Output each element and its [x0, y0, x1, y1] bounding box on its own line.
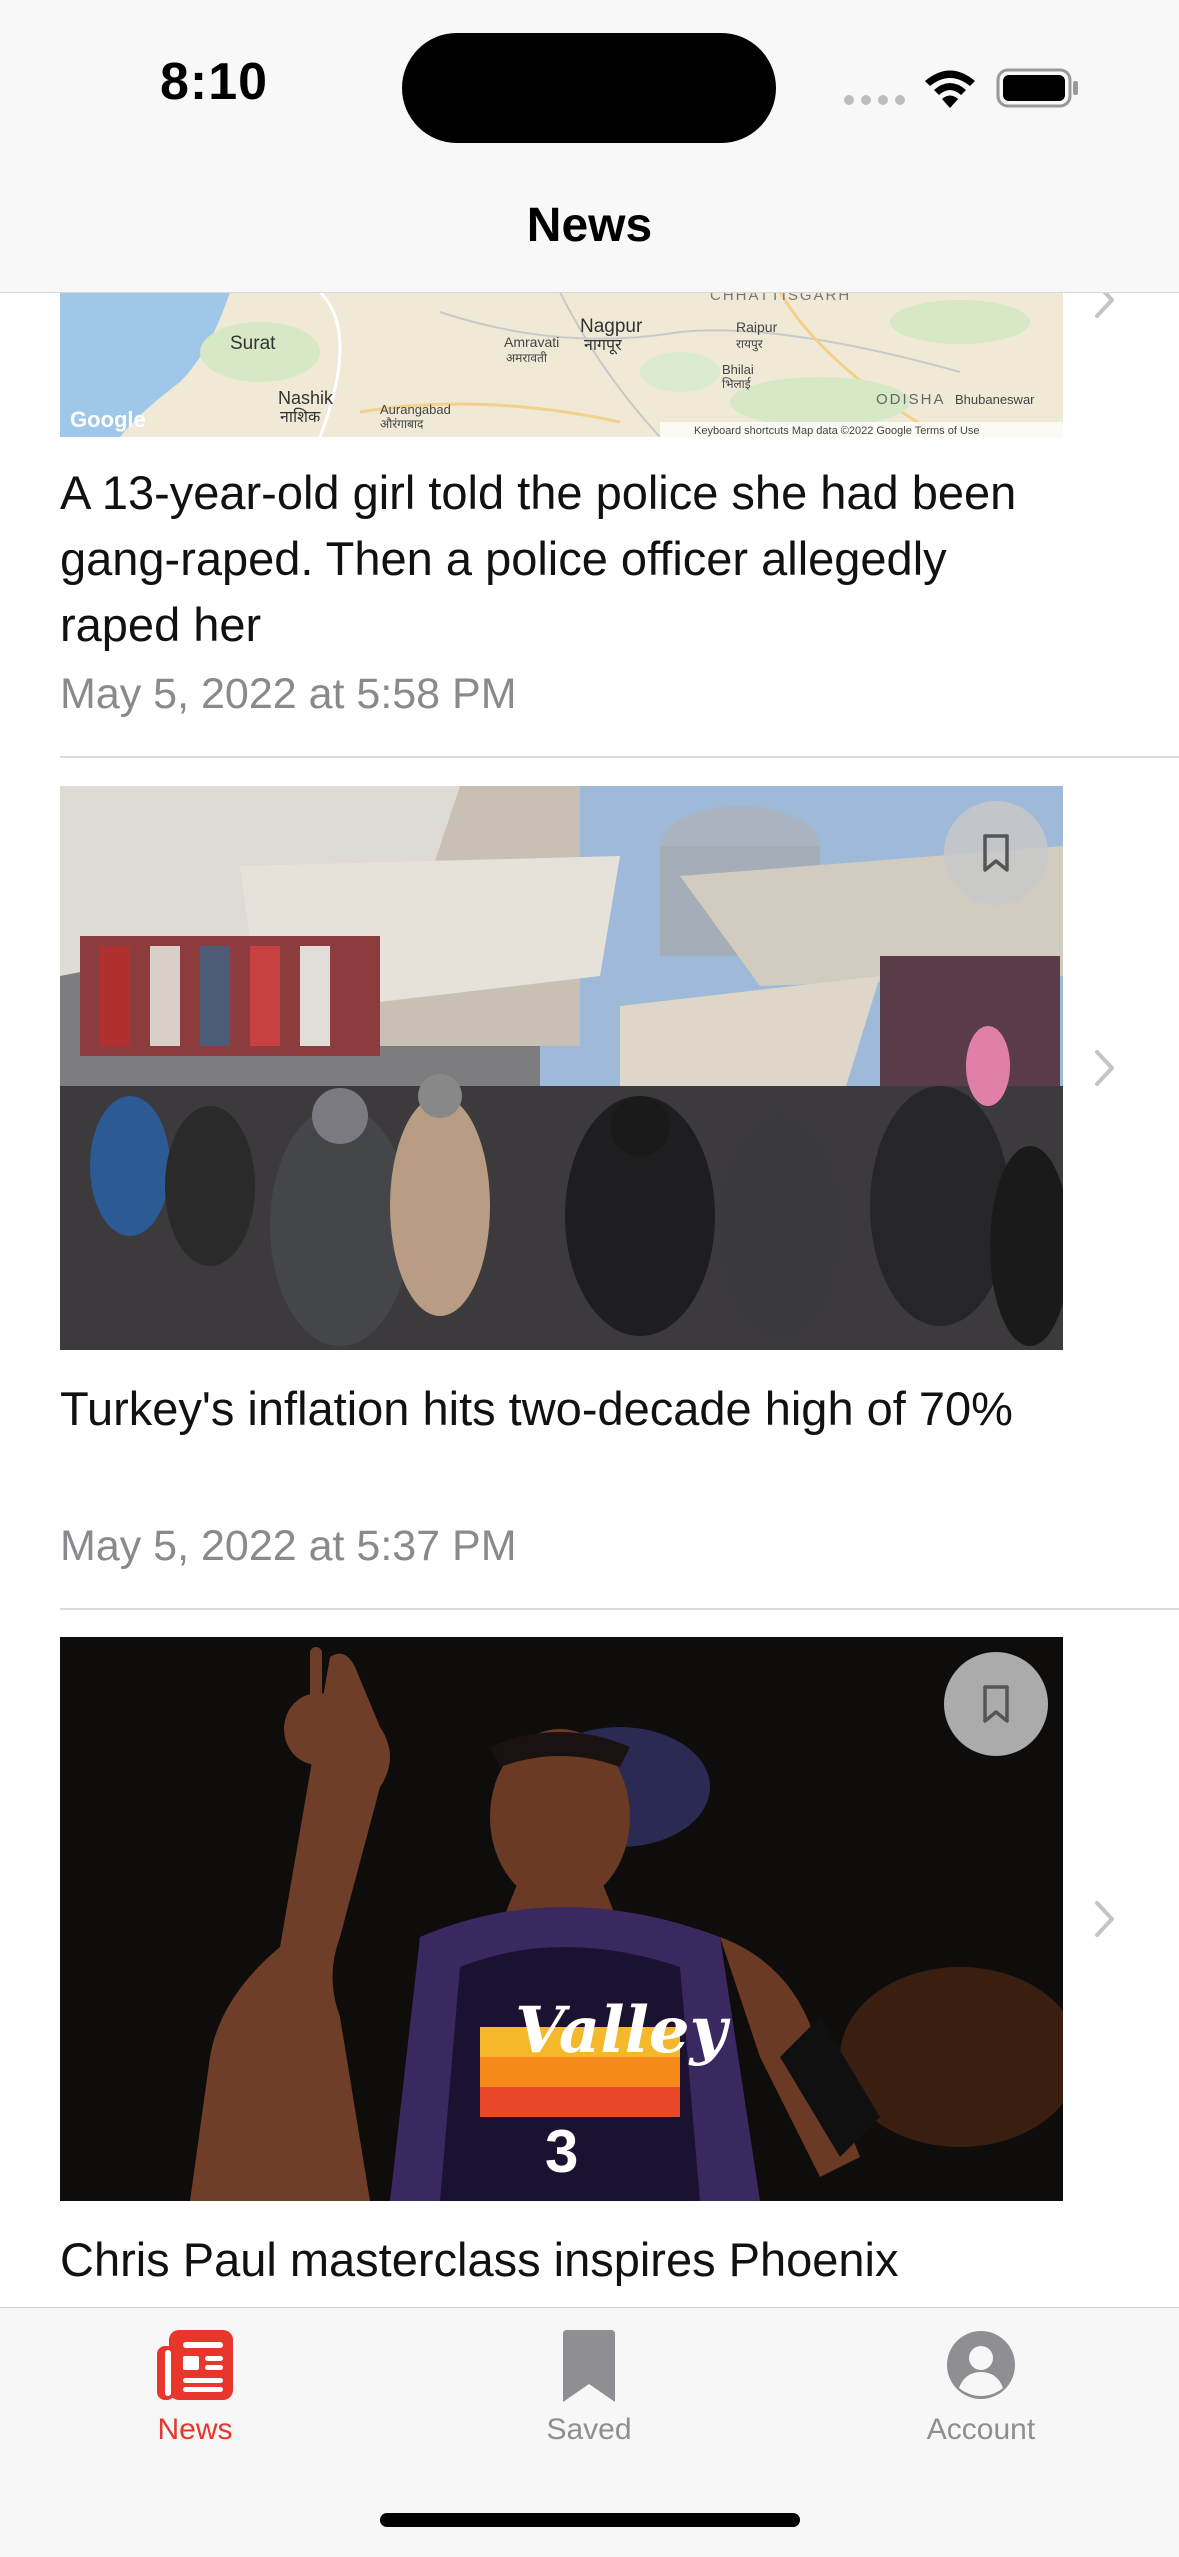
tab-label: Saved	[546, 2413, 632, 2446]
article-headline: Turkey's inflation hits two-decade high …	[60, 1382, 1013, 1435]
bookmark-icon	[563, 2330, 615, 2402]
row-divider	[60, 1608, 1179, 1610]
newspaper-icon	[157, 2330, 233, 2400]
map-label-nashik: Nashik	[278, 388, 334, 408]
map-label-aurangabad-local: औरंगाबाद	[380, 417, 424, 431]
map-label-aurangabad: Aurangabad	[380, 402, 451, 417]
tab-news[interactable]: News	[85, 2328, 305, 2447]
person-circle-icon	[947, 2331, 1015, 2399]
article-date: May 5, 2022 at 5:58 PM	[60, 670, 517, 718]
article-headline: Chris Paul masterclass inspires Phoenix	[60, 2233, 899, 2286]
tab-label: Account	[926, 2413, 1036, 2446]
jersey-number: 3	[545, 2118, 578, 2185]
market-photo	[60, 786, 1063, 1350]
bookmark-icon	[983, 1685, 1009, 1723]
chevron-right-icon	[1095, 1050, 1114, 1086]
wifi-icon	[925, 70, 975, 108]
article-headline: A 13-year-old girl told the police she h…	[60, 466, 1017, 651]
dynamic-island	[402, 33, 776, 143]
map-image: Surat Nagpur नागपूर Amravati अमरावती Rai…	[60, 292, 1063, 437]
bookmark-icon	[983, 834, 1009, 872]
map-label-bhubaneswar: Bhubaneswar	[955, 392, 1035, 407]
cellular-signal-icon	[844, 95, 905, 105]
basketball-photo: Valley 3	[60, 1637, 1063, 2201]
chevron-right-icon	[1095, 292, 1114, 318]
page-title: News	[526, 199, 653, 252]
map-label-raipur: Raipur	[736, 319, 778, 335]
row-divider	[60, 756, 1179, 758]
map-label-nagpur: Nagpur	[580, 316, 643, 337]
map-label-bhilai-local: भिलाई	[722, 377, 752, 391]
status-time: 8:10	[160, 53, 269, 111]
map-label-bhilai: Bhilai	[722, 362, 754, 377]
map-label-chhattisgarh: CHHATTISGARH	[710, 292, 851, 304]
bookmark-button[interactable]	[944, 801, 1048, 905]
map-label-odisha: ODISHA	[876, 391, 946, 408]
map-label-nagpur-local: नागपूर	[584, 335, 622, 355]
battery-icon	[996, 68, 1078, 108]
map-attribution: Keyboard shortcuts Map data ©2022 Google…	[694, 425, 980, 437]
tab-label: News	[157, 2413, 233, 2446]
map-label-nashik-local: नाशिक	[280, 407, 321, 426]
article-date: May 5, 2022 at 5:37 PM	[60, 1522, 517, 1570]
map-label-amravati: Amravati	[504, 334, 559, 350]
map-label-surat: Surat	[230, 333, 276, 354]
jersey-text: Valley	[515, 1993, 731, 2068]
tab-saved[interactable]: Saved	[479, 2328, 699, 2447]
chevron-right-icon	[1095, 1901, 1114, 1937]
news-feed[interactable]: Surat Nagpur नागपूर Amravati अमरावती Rai…	[0, 292, 1179, 2307]
tab-account[interactable]: Account	[871, 2328, 1091, 2447]
navigation-header: 8:10 News	[0, 0, 1179, 293]
google-logo: Google	[70, 407, 146, 432]
map-label-amravati-local: अमरावती	[506, 351, 548, 365]
home-indicator	[380, 2513, 800, 2527]
map-label-raipur-local: रायपुर	[736, 337, 764, 352]
bookmark-button[interactable]	[944, 1652, 1048, 1756]
